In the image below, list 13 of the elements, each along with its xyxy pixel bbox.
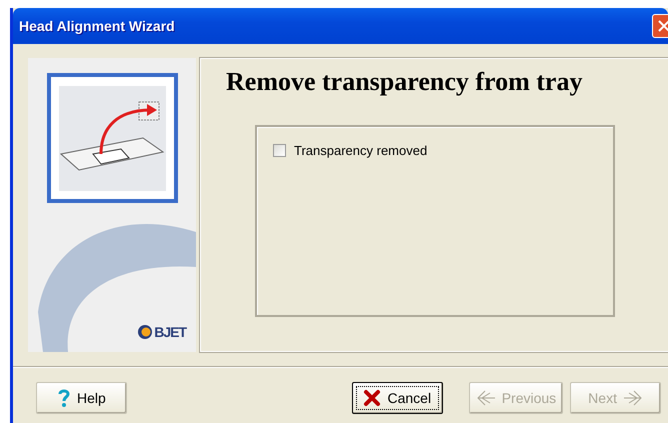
cross-icon [363,389,382,407]
right-arrow-icon [622,390,643,406]
step-heading: Remove transparency from tray [226,67,584,97]
close-icon [658,20,668,32]
checkbox[interactable] [273,144,286,157]
orb-logo-icon [137,324,154,340]
logo-text: BJET [154,324,186,340]
checkbox-label: Transparency removed [294,143,428,158]
left-arrow-icon [476,390,496,406]
window-title: Head Alignment Wizard [19,18,175,34]
cancel-button[interactable]: Cancel [352,382,443,414]
help-button[interactable]: Help [36,382,127,414]
question-mark-icon [57,388,72,408]
